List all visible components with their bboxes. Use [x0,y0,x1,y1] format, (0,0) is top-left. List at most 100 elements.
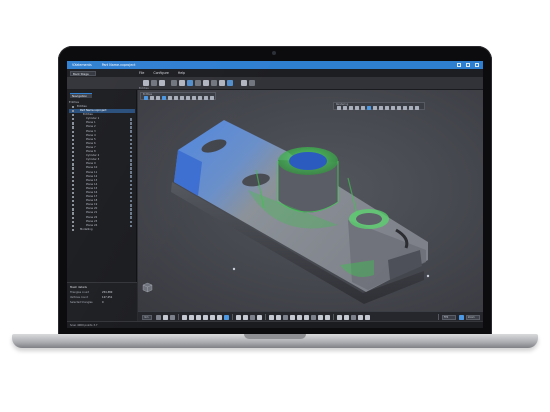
visibility-checkbox[interactable] [72,118,75,121]
entity-sphere-icon[interactable] [187,80,193,86]
view-front-icon[interactable] [182,314,187,320]
tab-navigation[interactable]: Navigation [70,93,92,98]
visibility-checkbox[interactable] [72,130,75,133]
align-icon[interactable] [151,80,157,86]
entity-slot-icon[interactable] [227,80,233,86]
separator [265,314,266,320]
import-icon[interactable] [143,80,149,86]
history-icon[interactable] [351,314,356,320]
entity-plane-icon[interactable] [171,80,177,86]
settings-icon[interactable] [358,314,363,320]
fit-selection-icon[interactable] [243,314,248,320]
entity-type-icon [129,142,132,146]
entity-type-icon [129,208,132,211]
visibility-checkbox[interactable] [72,110,75,113]
visibility-checkbox[interactable] [72,122,75,125]
view-iso-icon[interactable] [224,314,229,320]
visibility-checkbox[interactable] [72,138,75,141]
visibility-checkbox[interactable] [72,183,75,186]
menu-file[interactable]: File [139,71,144,75]
fit-all-icon[interactable] [236,314,241,320]
measure-icon[interactable] [241,80,247,86]
view-top-icon[interactable] [210,314,215,320]
visibility-checkbox[interactable] [72,151,75,154]
color-icon[interactable] [318,314,323,320]
maximize-icon[interactable] [466,62,470,67]
visibility-checkbox[interactable] [72,155,75,158]
annotation-icon[interactable] [304,314,309,320]
visibility-checkbox[interactable] [72,175,75,178]
tree-item[interactable]: Modelling [69,228,135,232]
dimension-icon[interactable] [311,314,316,320]
material-icon[interactable] [325,314,330,320]
redo-icon[interactable] [344,314,349,320]
visibility-checkbox[interactable] [72,208,75,211]
record-icon[interactable] [459,314,464,320]
status-text: Scan 4000 points 3.7 [70,323,98,327]
tools-icon[interactable] [159,80,165,86]
visibility-checkbox[interactable] [72,191,75,195]
zoom-readout: Zoom [466,314,480,320]
entity-point-icon[interactable] [211,80,217,86]
visibility-checkbox[interactable] [72,167,75,170]
menu-configure[interactable]: Configure [153,71,168,75]
orthographic-icon[interactable] [257,314,262,320]
visibility-checkbox[interactable] [72,224,75,227]
info-icon[interactable] [365,314,370,320]
visibility-checkbox[interactable] [72,187,75,191]
menu-help[interactable]: Help [178,71,185,75]
app-name: VXelements [72,63,92,67]
view-left-icon[interactable] [196,314,201,320]
entity-type-icon [129,216,132,219]
minimize-icon[interactable] [457,62,461,67]
entity-cylinder-icon[interactable] [179,80,185,86]
visibility-checkbox[interactable] [72,163,75,166]
entity-type-icon [129,191,132,195]
entity-cone-icon[interactable] [195,80,201,86]
view-back-icon[interactable] [189,314,194,320]
visibility-checkbox[interactable] [72,106,75,109]
visibility-checkbox[interactable] [72,146,75,150]
property-value: 127,251 [102,296,113,299]
entity-type-icon [129,175,132,178]
visibility-checkbox[interactable] [72,159,75,162]
rotate-icon[interactable] [163,314,168,320]
visibility-checkbox[interactable] [72,171,75,174]
entity-circle-icon[interactable] [219,80,225,86]
entity-type-icon [129,122,132,125]
visibility-checkbox[interactable] [72,204,75,207]
visibility-checkbox[interactable] [72,200,75,203]
undo-icon[interactable] [337,314,342,320]
visibility-checkbox[interactable] [72,228,75,231]
visibility-checkbox[interactable] [72,126,75,129]
marker-dot [426,274,430,278]
layer-icon[interactable] [269,314,274,320]
units-field[interactable]: mm [142,314,152,320]
visibility-checkbox[interactable] [72,212,75,215]
visibility-checkbox[interactable] [72,114,75,117]
visibility-checkbox[interactable] [72,196,75,199]
zoom-icon[interactable] [170,314,175,320]
snap-icon[interactable] [290,314,295,320]
section-icon[interactable] [297,314,302,320]
visibility-checkbox[interactable] [72,216,75,219]
close-icon[interactable] [475,62,479,67]
lock-icon[interactable] [283,314,288,320]
view-cube[interactable] [142,282,153,293]
entity-type-icon [129,163,132,166]
mesh-model[interactable] [138,90,483,311]
entity-line-icon[interactable] [203,80,209,86]
view-bottom-icon[interactable] [217,314,222,320]
visibility-checkbox[interactable] [72,134,75,137]
3d-viewport[interactable]: Entities Rendering [138,90,483,311]
backstage-button[interactable]: Back Stage [70,70,96,76]
view-right-icon[interactable] [203,314,208,320]
report-icon[interactable] [249,80,255,86]
separator [438,314,439,320]
visibility-checkbox[interactable] [72,220,75,223]
visibility-icon[interactable] [276,314,281,320]
perspective-icon[interactable] [250,314,255,320]
visibility-checkbox[interactable] [72,179,75,182]
pan-icon[interactable] [156,314,161,320]
visibility-checkbox[interactable] [72,142,75,146]
